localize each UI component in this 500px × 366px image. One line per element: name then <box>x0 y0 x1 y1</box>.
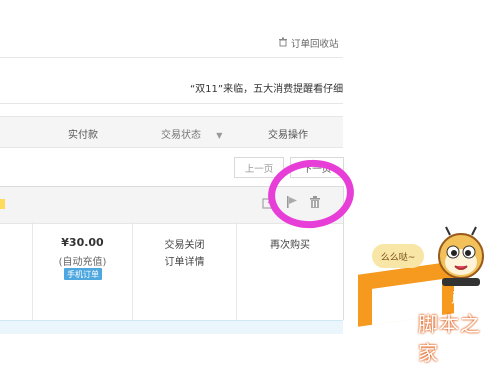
watermark-site-name: 脚本之家 <box>418 312 481 365</box>
mobile-order-badge: 手机订单 <box>64 268 102 280</box>
header-paid-amount: 实付款 <box>68 130 98 141</box>
order-paid-amount: ¥30.00 <box>61 236 104 249</box>
order-detail-link[interactable]: 订单详情 <box>133 253 236 268</box>
next-order-strip <box>0 320 343 334</box>
order-recycle-bin-link[interactable]: 订单回收站 <box>278 36 339 50</box>
order-status-text: 交易关闭 <box>164 240 205 251</box>
header-status-filter[interactable]: 交易状态 ▼ <box>161 126 222 141</box>
buy-again-link[interactable]: 再次购买 <box>237 236 343 251</box>
order-tag <box>0 199 5 209</box>
header-actions: 交易操作 <box>268 130 308 141</box>
trash-icon <box>278 37 288 50</box>
bee-mascot-icon <box>432 226 490 291</box>
triangle-down-icon: ▼ <box>216 131 223 140</box>
status-filter-label: 交易状态 <box>161 130 201 141</box>
divider <box>0 57 343 58</box>
auto-recharge-note: (自动充值) <box>58 257 107 268</box>
recycle-bin-label: 订单回收站 <box>291 39 339 50</box>
watermark-site-url: jb51.net <box>452 290 500 304</box>
watermark-speech-bubble: 么么哒~ <box>372 244 424 268</box>
promo-notice-link[interactable]: “双11”来临，五大消费提醒看仔细 <box>190 80 343 95</box>
divider <box>0 103 343 104</box>
